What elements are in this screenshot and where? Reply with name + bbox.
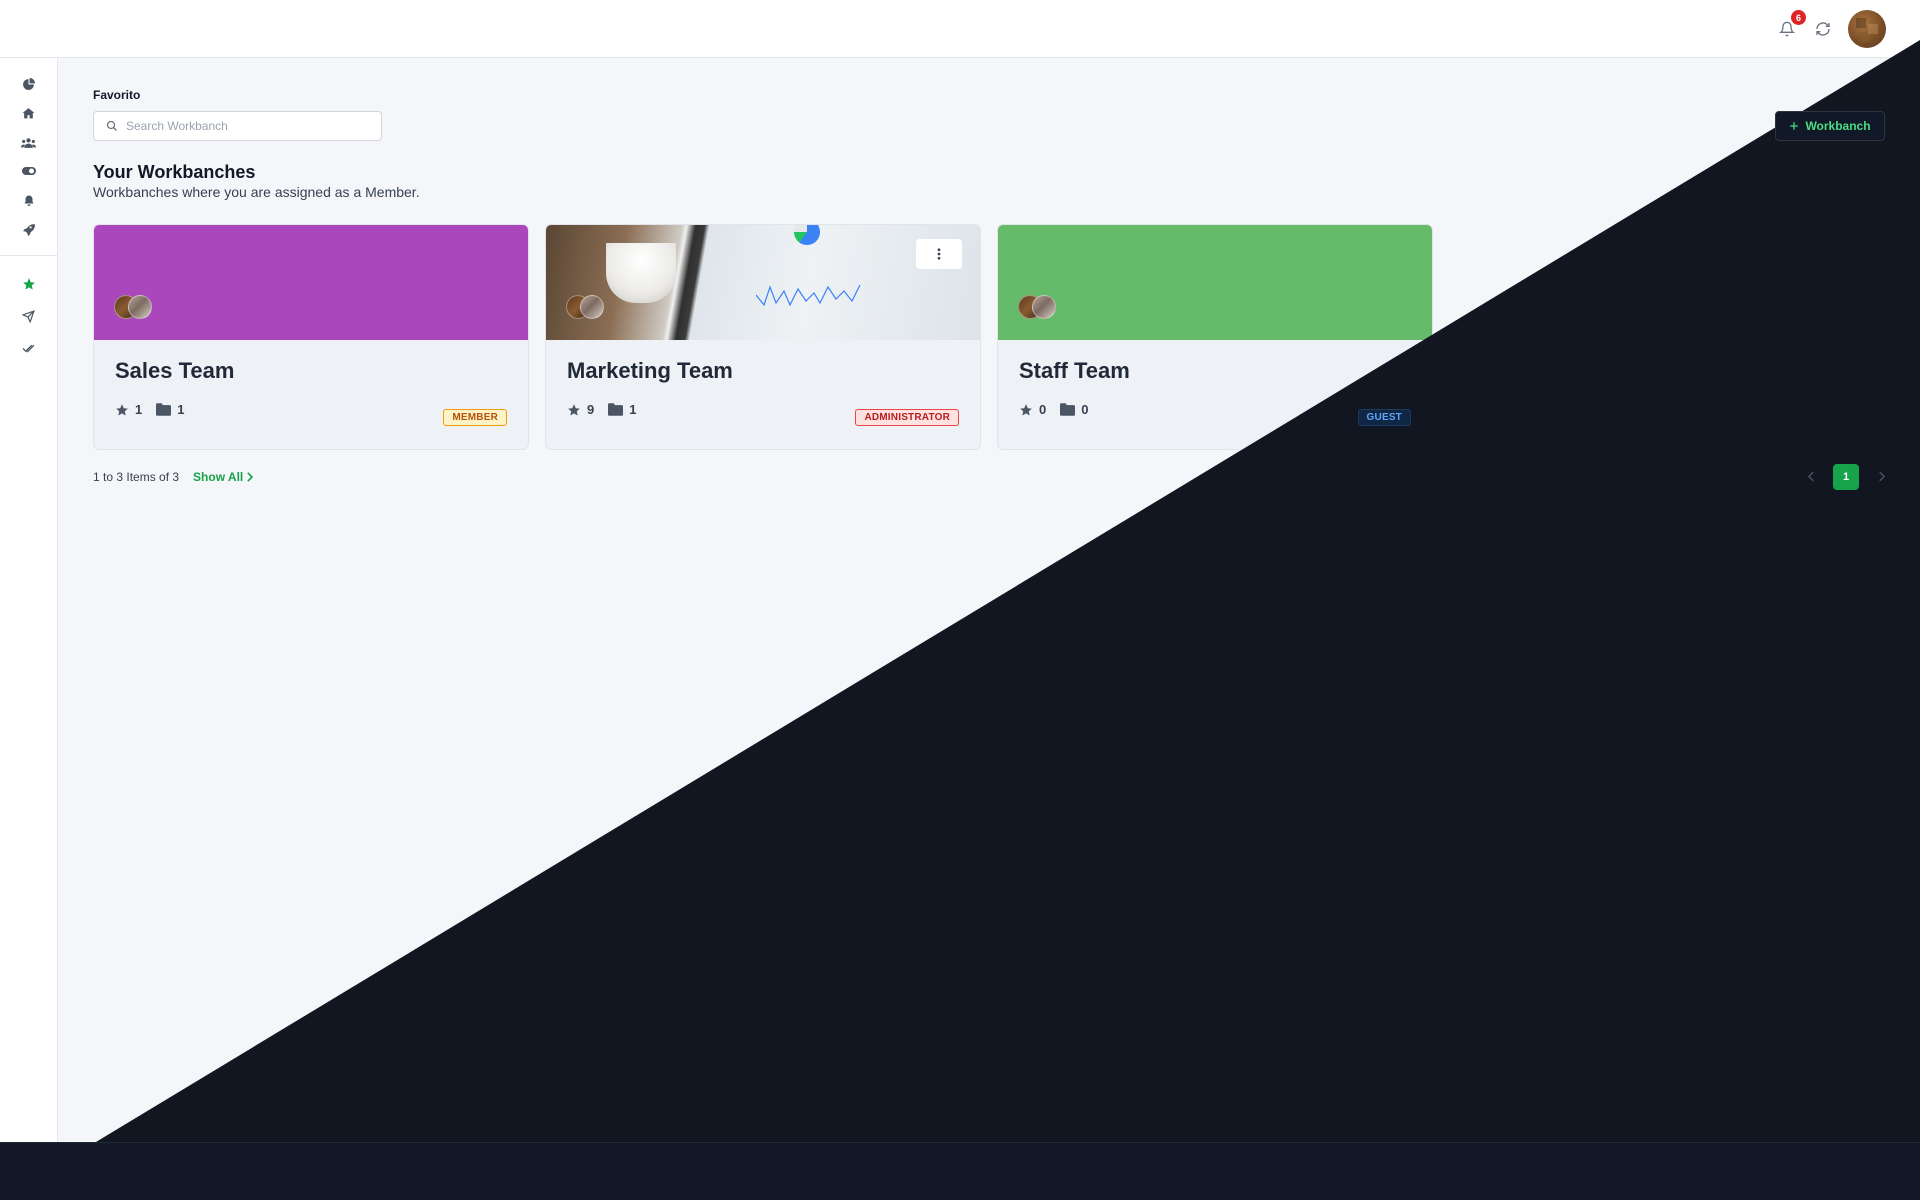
- bell-icon: [24, 195, 33, 206]
- sidebar-item-toggles[interactable]: [21, 163, 37, 179]
- favorites-label: Favorito: [93, 88, 141, 102]
- coffee-cup-graphic: [606, 243, 676, 303]
- dashboard-icon: [23, 77, 35, 90]
- card-title: Sales Team: [115, 358, 235, 383]
- sidebar-item-dashboard[interactable]: [21, 76, 37, 92]
- card-banner: [94, 225, 528, 340]
- role-badge: ADMINISTRATOR: [855, 409, 959, 426]
- pie-chart-graphic: [794, 225, 820, 245]
- workbanch-card-sales[interactable]: Sales Team 1 1 MEMBER: [93, 224, 529, 450]
- add-workbanch-label: Workbanch: [1805, 119, 1871, 133]
- notification-count-badge: 6: [1791, 10, 1806, 25]
- bottom-bar: [0, 1142, 1920, 1200]
- pagination-page-button[interactable]: 1: [1833, 464, 1859, 490]
- folders-count: 0: [1060, 402, 1088, 417]
- folders-count: 1: [608, 402, 636, 417]
- member-avatar: [580, 295, 604, 319]
- sidebar-item-tasks[interactable]: [21, 340, 37, 356]
- card-banner: [998, 225, 1432, 340]
- list-footer: 1 to 3 Items of 3 Show All: [93, 470, 254, 484]
- favorites-count: 9: [567, 402, 594, 417]
- star-icon: [22, 278, 35, 290]
- chevron-right-icon: [247, 472, 254, 482]
- pagination: 1: [1803, 464, 1889, 490]
- search-icon: [106, 120, 117, 131]
- sidebar-divider: [0, 255, 58, 256]
- sidebar-item-notifications[interactable]: [21, 192, 37, 208]
- pagination-next-button[interactable]: [1873, 469, 1889, 485]
- top-actions: 6: [1776, 10, 1886, 48]
- section-subtitle: Workbanches where you are assigned as a …: [93, 184, 420, 200]
- sidebar-item-favorites[interactable]: [21, 276, 37, 292]
- star-icon: [568, 403, 580, 416]
- double-check-icon: [22, 344, 35, 353]
- folders-count-value: 1: [629, 402, 637, 417]
- sidebar-item-users[interactable]: [21, 134, 37, 150]
- member-avatar: [128, 295, 152, 319]
- card-meta: 0 0: [1019, 402, 1411, 417]
- show-all-label: Show All: [193, 470, 244, 484]
- sidebar-secondary-nav: [0, 276, 57, 356]
- member-avatars: [566, 295, 604, 319]
- role-badge: MEMBER: [443, 409, 507, 426]
- sidebar-item-send[interactable]: [21, 308, 37, 324]
- list-summary: 1 to 3 Items of 3: [93, 470, 180, 484]
- workbanch-card-staff[interactable]: Staff Team 0 0 GUEST: [997, 224, 1433, 450]
- sidebar-item-home[interactable]: [21, 105, 37, 121]
- top-bar: 6: [0, 0, 1920, 58]
- refresh-button[interactable]: [1812, 18, 1834, 40]
- home-icon: [22, 107, 35, 118]
- show-all-link[interactable]: Show All: [193, 470, 254, 484]
- favorites-count-value: 0: [1039, 402, 1047, 417]
- search-input[interactable]: [126, 119, 366, 133]
- send-icon: [22, 309, 35, 323]
- card-title: Staff Team: [1019, 358, 1130, 383]
- sidebar-primary-nav: [0, 58, 57, 237]
- favorites-count-value: 1: [135, 402, 143, 417]
- bell-icon: [1779, 21, 1795, 37]
- favorites-count: 1: [115, 402, 142, 417]
- users-icon: [21, 137, 36, 148]
- card-banner-image: [546, 225, 980, 340]
- member-avatar: [1032, 295, 1056, 319]
- card-menu-button[interactable]: [916, 239, 962, 269]
- folder-icon: [608, 403, 624, 416]
- sidebar: [0, 58, 58, 1200]
- folders-count: 1: [156, 402, 184, 417]
- refresh-icon: [1816, 22, 1830, 36]
- dark-theme-overlay: [0, 40, 1920, 1200]
- rocket-icon: [22, 223, 35, 236]
- chevron-left-icon: [1807, 471, 1814, 482]
- user-avatar[interactable]: [1848, 10, 1886, 48]
- folder-icon: [156, 403, 172, 416]
- plus-icon: [1790, 122, 1799, 130]
- workbanch-card-marketing[interactable]: Marketing Team 9 1 ADMINISTRATOR: [545, 224, 981, 450]
- line-chart-graphic: [756, 284, 861, 307]
- workbanch-cards: Sales Team 1 1 MEMBER Marketing Team 9 1…: [93, 224, 1433, 450]
- folders-count-value: 1: [177, 402, 185, 417]
- sidebar-item-launch[interactable]: [21, 221, 37, 237]
- notifications-button[interactable]: 6: [1776, 10, 1806, 40]
- favorites-count-value: 9: [587, 402, 595, 417]
- toggle-icon: [21, 167, 36, 175]
- star-icon: [1020, 403, 1032, 416]
- member-avatars: [114, 295, 152, 319]
- folder-icon: [1060, 403, 1076, 416]
- favorites-count: 0: [1019, 402, 1046, 417]
- role-badge: GUEST: [1357, 409, 1411, 426]
- pagination-prev-button[interactable]: [1803, 469, 1819, 485]
- folders-count-value: 0: [1081, 402, 1089, 417]
- more-vertical-icon: [937, 248, 941, 260]
- search-box[interactable]: [93, 111, 382, 141]
- chevron-right-icon: [1878, 471, 1885, 482]
- star-icon: [116, 403, 128, 416]
- card-title: Marketing Team: [567, 358, 733, 383]
- member-avatars: [1018, 295, 1056, 319]
- section-title: Your Workbanches: [93, 162, 256, 182]
- add-workbanch-button[interactable]: Workbanch: [1775, 111, 1885, 141]
